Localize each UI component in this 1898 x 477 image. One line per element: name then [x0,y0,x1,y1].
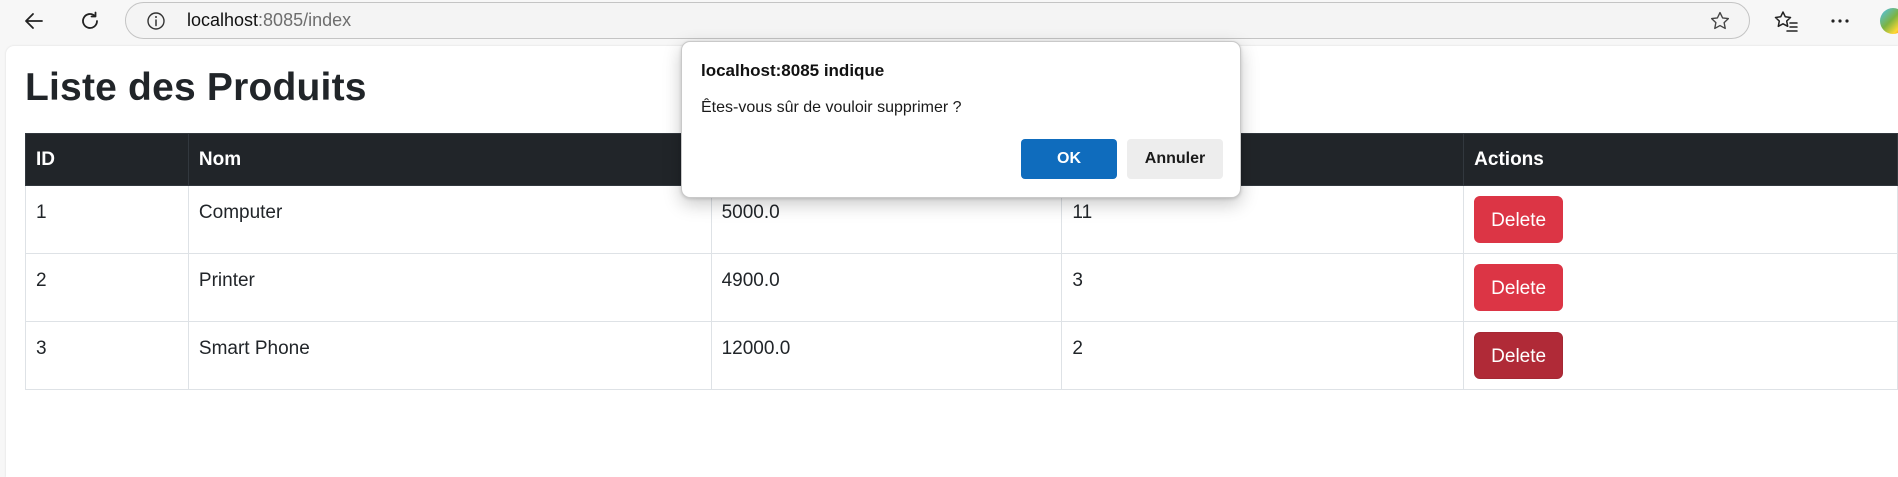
cell-nom: Computer [187,185,712,254]
cell-nom: Printer [187,253,712,322]
cell-id: 1 [25,185,189,254]
back-arrow-icon [25,13,43,29]
favorites-icon [1774,11,1798,32]
refresh-button[interactable] [72,3,108,39]
browser-toolbar: localhost:8085/index [0,0,1898,42]
cell-id: 2 [25,253,189,322]
delete-button[interactable]: Delete [1474,196,1564,243]
copilot-icon[interactable] [1880,8,1898,34]
page-title: Liste des Produits [25,66,367,109]
refresh-icon [82,11,98,29]
cell-quantite: 3 [1061,253,1465,322]
column-header-actions: Actions [1463,133,1898,186]
favorites-button[interactable] [1768,3,1804,39]
cell-actions: Delete [1463,253,1898,322]
url-path: :8085/index [258,10,352,30]
address-bar[interactable]: localhost:8085/index [125,2,1750,39]
dialog-message: Êtes-vous sûr de vouloir supprimer ? [701,99,962,116]
back-button[interactable] [16,3,52,39]
delete-button[interactable]: Delete [1474,332,1564,379]
cell-prix: 12000.0 [710,321,1063,390]
column-header-nom: Nom [187,133,712,186]
info-icon[interactable] [146,11,166,31]
cell-actions: Delete [1463,185,1898,254]
cell-prix: 4900.0 [710,253,1063,322]
confirm-dialog: localhost:8085 indique Êtes-vous sûr de … [681,41,1241,198]
ok-button[interactable]: OK [1021,139,1117,179]
delete-button[interactable]: Delete [1474,264,1564,311]
column-header-id: ID [25,133,189,186]
more-button[interactable] [1822,3,1858,39]
table-row: 2 Printer 4900.0 3 Delete [25,253,1898,322]
cell-nom: Smart Phone [187,321,712,390]
cancel-button[interactable]: Annuler [1127,139,1223,179]
dialog-title: localhost:8085 indique [701,61,885,80]
table-row: 3 Smart Phone 12000.0 2 Delete [25,321,1898,390]
cell-quantite: 2 [1061,321,1465,390]
cell-id: 3 [25,321,189,390]
url-host: localhost [187,10,259,30]
star-icon[interactable] [1709,10,1731,32]
url-text[interactable]: localhost:8085/index [187,3,351,38]
cell-actions: Delete [1463,321,1898,390]
more-icon [1831,19,1849,23]
